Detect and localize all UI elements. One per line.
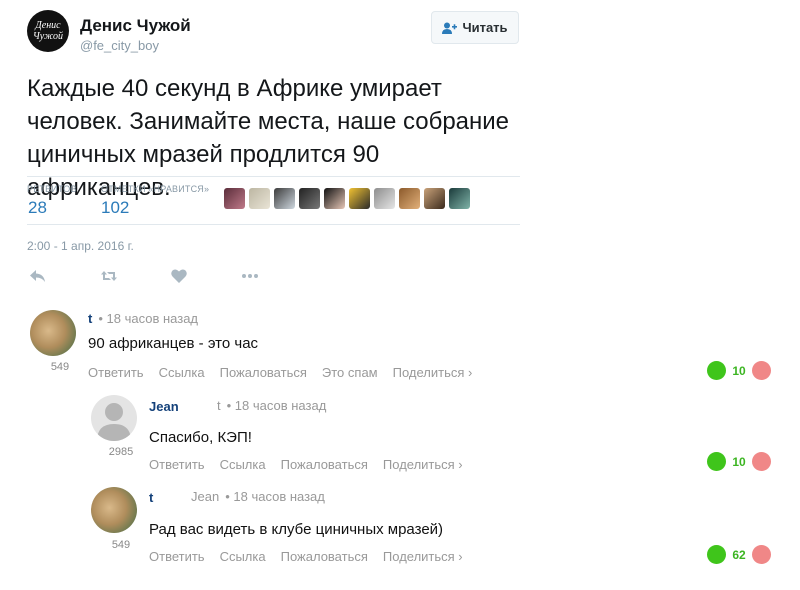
vote-down-button[interactable]	[752, 452, 771, 471]
avatar-text: Денис Чужой	[32, 20, 64, 42]
permalink-link[interactable]: Ссылка	[220, 457, 266, 472]
comment-text: 90 африканцев - это час	[88, 335, 259, 352]
comment-author[interactable]: t	[149, 490, 153, 505]
comment-avatar[interactable]	[30, 310, 76, 356]
share-link[interactable]: Поделиться ›	[393, 365, 473, 380]
author-handle[interactable]: @fe_city_boy	[80, 38, 159, 53]
author-name[interactable]: Денис Чужой	[80, 16, 191, 36]
comment-author[interactable]: Jean	[149, 399, 179, 414]
comment-avatar[interactable]	[91, 487, 137, 533]
vote-widget: 10	[707, 361, 771, 380]
add-user-icon	[442, 22, 458, 34]
comment-time[interactable]: • 18 часов назад	[225, 489, 325, 504]
vote-down-button[interactable]	[752, 361, 771, 380]
reply-to[interactable]: Jean	[191, 489, 219, 504]
default-user-icon	[97, 403, 131, 441]
follow-button[interactable]: Читать	[431, 11, 519, 44]
divider	[27, 176, 520, 177]
retweets-count[interactable]: 28	[28, 198, 47, 218]
vote-widget: 62	[707, 545, 771, 564]
vote-down-button[interactable]	[752, 545, 771, 564]
vote-score: 10	[732, 363, 746, 378]
comment-avatar[interactable]	[91, 395, 137, 441]
reply-link[interactable]: Ответить	[88, 365, 144, 380]
report-link[interactable]: Пожаловаться	[220, 365, 307, 380]
comment-author[interactable]: t	[88, 311, 92, 326]
likes-label: ОТМЕТКИ «НРАВИТСЯ»	[101, 184, 210, 194]
likes-count[interactable]: 102	[101, 198, 129, 218]
liker-avatar[interactable]	[299, 188, 320, 209]
liker-avatar[interactable]	[374, 188, 395, 209]
vote-widget: 10	[707, 452, 771, 471]
vote-up-button[interactable]	[707, 452, 726, 471]
comment-actions: Ответить Ссылка Пожаловаться Поделиться …	[149, 549, 463, 564]
comment-user-count: 549	[50, 361, 70, 373]
permalink-link[interactable]: Ссылка	[159, 365, 205, 380]
follow-label: Читать	[462, 20, 508, 35]
reply-link[interactable]: Ответить	[149, 549, 205, 564]
liker-avatar[interactable]	[424, 188, 445, 209]
retweets-label: РЕТВИТОВ	[27, 184, 77, 194]
comment-user-count: 2985	[108, 446, 134, 458]
vote-score: 62	[732, 547, 746, 562]
liker-avatar[interactable]	[449, 188, 470, 209]
vote-score: 10	[732, 454, 746, 469]
vote-up-button[interactable]	[707, 361, 726, 380]
liker-avatar[interactable]	[224, 188, 245, 209]
liker-avatars	[224, 188, 470, 209]
divider	[27, 224, 520, 225]
more-icon[interactable]	[241, 268, 259, 284]
reply-icon[interactable]	[29, 268, 47, 284]
report-link[interactable]: Пожаловаться	[281, 457, 368, 472]
share-link[interactable]: Поделиться ›	[383, 457, 463, 472]
retweet-icon[interactable]	[100, 268, 118, 284]
comment-text: Рад вас видеть в клубе циничных мразей)	[149, 521, 444, 538]
heart-icon[interactable]	[170, 268, 188, 284]
comment-time[interactable]: • 18 часов назад	[98, 311, 198, 326]
comment-user-count: 549	[111, 539, 131, 551]
report-link[interactable]: Пожаловаться	[281, 549, 368, 564]
comment-text: Спасибо, КЭП!	[149, 429, 252, 446]
vote-up-button[interactable]	[707, 545, 726, 564]
share-link[interactable]: Поделиться ›	[383, 549, 463, 564]
spam-link[interactable]: Это спам	[322, 365, 378, 380]
liker-avatar[interactable]	[349, 188, 370, 209]
liker-avatar[interactable]	[324, 188, 345, 209]
author-avatar[interactable]: Денис Чужой	[27, 10, 69, 52]
liker-avatar[interactable]	[399, 188, 420, 209]
reply-link[interactable]: Ответить	[149, 457, 205, 472]
comment-time[interactable]: • 18 часов назад	[227, 398, 327, 413]
liker-avatar[interactable]	[249, 188, 270, 209]
comment-actions: Ответить Ссылка Пожаловаться Это спам По…	[88, 365, 472, 380]
liker-avatar[interactable]	[274, 188, 295, 209]
comment-actions: Ответить Ссылка Пожаловаться Поделиться …	[149, 457, 463, 472]
reply-to[interactable]: t	[217, 398, 221, 413]
tweet-timestamp[interactable]: 2:00 - 1 апр. 2016 г.	[27, 239, 134, 253]
permalink-link[interactable]: Ссылка	[220, 549, 266, 564]
